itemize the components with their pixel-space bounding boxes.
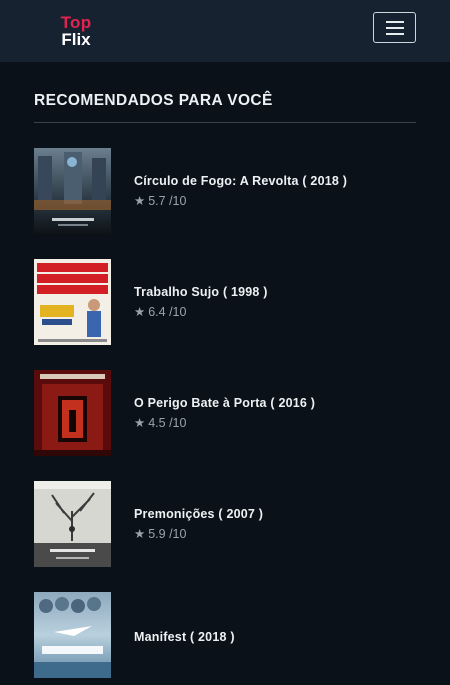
movie-meta: Premonições ( 2007 ) ★ 5.9 /10 — [134, 507, 263, 541]
movie-poster[interactable] — [34, 481, 111, 567]
movie-poster[interactable] — [34, 259, 111, 345]
movie-poster[interactable] — [34, 148, 111, 234]
section-title: RECOMENDADOS PARA VOCÊ — [34, 92, 273, 109]
section-divider — [34, 122, 416, 123]
movie-title[interactable]: Manifest ( 2018 ) — [134, 630, 235, 644]
movie-meta: O Perigo Bate à Porta ( 2016 ) ★ 4.5 /10 — [134, 396, 315, 430]
movie-meta: Círculo de Fogo: A Revolta ( 2018 ) ★ 5.7… — [134, 174, 347, 208]
star-icon: ★ — [134, 527, 146, 541]
movie-title[interactable]: Círculo de Fogo: A Revolta ( 2018 ) — [134, 174, 347, 188]
star-icon: ★ — [134, 305, 146, 319]
menu-toggle-button[interactable] — [373, 12, 416, 43]
top-navbar: Top Flix — [0, 0, 450, 62]
movie-title[interactable]: Premonições ( 2007 ) — [134, 507, 263, 521]
movie-list-item[interactable]: Manifest ( 2018 ) — [34, 592, 416, 678]
movie-rating: ★ 6.4 /10 — [134, 305, 187, 319]
movie-title[interactable]: Trabalho Sujo ( 1998 ) — [134, 285, 268, 299]
hamburger-menu-icon-bar — [385, 26, 404, 29]
hamburger-menu-icon-bar — [385, 32, 404, 35]
brand-logo[interactable]: Top Flix — [50, 12, 102, 50]
movie-meta: Trabalho Sujo ( 1998 ) ★ 6.4 /10 — [134, 285, 268, 319]
movie-title[interactable]: O Perigo Bate à Porta ( 2016 ) — [134, 396, 315, 410]
hamburger-menu-icon — [385, 20, 404, 23]
star-icon: ★ — [134, 194, 146, 208]
movie-list-item[interactable]: Premonições ( 2007 ) ★ 5.9 /10 — [34, 481, 416, 567]
star-icon: ★ — [134, 416, 146, 430]
movie-poster[interactable] — [34, 592, 111, 678]
movie-rating: ★ 5.7 /10 — [134, 194, 187, 208]
movie-rating: ★ 5.9 /10 — [134, 527, 187, 541]
brand-logo-top: Top — [60, 13, 92, 32]
movie-meta: Manifest ( 2018 ) — [134, 630, 235, 644]
movie-list-item[interactable]: Trabalho Sujo ( 1998 ) ★ 6.4 /10 — [34, 259, 416, 345]
movie-list-item[interactable]: Círculo de Fogo: A Revolta ( 2018 ) ★ 5.7… — [34, 148, 416, 234]
movie-rating: ★ 4.5 /10 — [134, 416, 187, 430]
movie-poster[interactable] — [34, 370, 111, 456]
movie-list-item[interactable]: O Perigo Bate à Porta ( 2016 ) ★ 4.5 /10 — [34, 370, 416, 456]
brand-logo-flix: Flix — [61, 30, 91, 49]
